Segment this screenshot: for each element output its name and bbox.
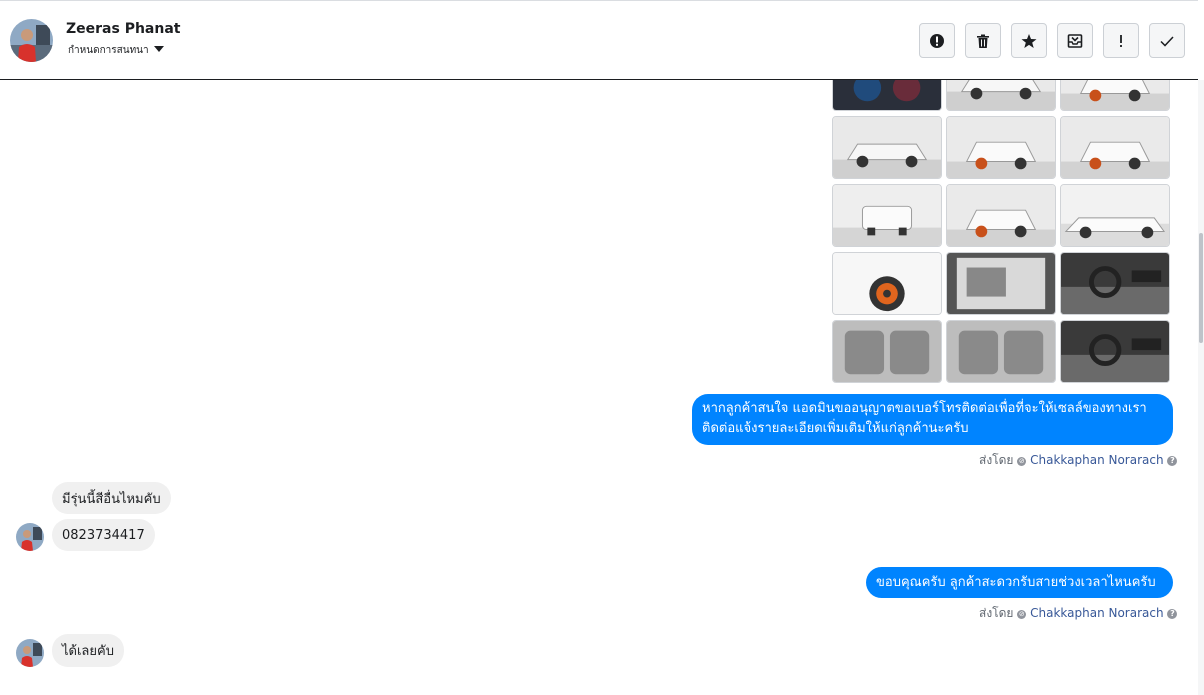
star-button[interactable] [1011,23,1047,58]
sent-by-prefix: ส่งโดย [979,453,1014,467]
archive-button[interactable] [1057,23,1093,58]
sent-by-label: ส่งโดย ⊘ Chakkaphan Norarach ? [979,451,1178,470]
car-photo-grid [832,48,1170,383]
sender-name[interactable]: Chakkaphan Norarach [1030,606,1163,620]
alert-circle-icon [930,33,944,48]
conversation-header: Zeeras Phanat กำหนดการสนทนา [0,0,1198,80]
incoming-message[interactable]: มีรุ่นนี้สีอื่นไหมคับ [52,482,171,514]
star-icon [1021,33,1037,48]
message-text: ได้เลยคับ [62,644,114,659]
scrollbar-thumb[interactable] [1199,233,1203,343]
car-photo[interactable] [832,252,942,315]
follow-up-button[interactable] [1103,23,1139,58]
message-line: หากลูกค้าสนใจ แอดมินขออนุญาตขอเบอร์โทรติ… [702,401,1147,416]
message-text: 0823734417 [62,527,145,543]
car-photo[interactable] [1060,184,1170,247]
car-photo[interactable] [946,320,1056,383]
car-photo[interactable] [1060,320,1170,383]
incoming-message[interactable]: 0823734417 [52,519,155,551]
done-button[interactable] [1149,23,1185,58]
header-actions [919,23,1185,58]
car-photo[interactable] [946,252,1056,315]
sent-by-prefix: ส่งโดย [979,606,1014,620]
car-photo[interactable] [1060,116,1170,179]
incoming-message[interactable]: ได้เลยคับ [52,634,124,667]
sender-name[interactable]: Chakkaphan Norarach [1030,453,1163,467]
help-icon[interactable]: ? [1167,609,1178,619]
contact-avatar[interactable] [10,19,53,62]
car-photo[interactable] [1060,252,1170,315]
message-text: มีรุ่นนี้สีอื่นไหมคับ [62,491,161,507]
car-photo[interactable] [946,184,1056,247]
assign-conversation-dropdown[interactable]: กำหนดการสนทนา [68,43,164,58]
outgoing-message[interactable]: ขอบคุณครับ ลูกค้าสะดวกรับสายช่วงเวลาไหนค… [866,567,1173,598]
message-line: ติดต่อแจ้งรายละเอียดเพิ่มเติมให้แก่ลูกค้… [702,421,969,436]
trash-icon [977,34,989,48]
car-photo[interactable] [946,116,1056,179]
exclamation-icon [1120,34,1122,47]
delete-button[interactable] [965,23,1001,58]
contact-name[interactable]: Zeeras Phanat [66,21,180,37]
thread-scrollbar[interactable] [1198,80,1204,695]
globe-icon: ⊘ [1017,610,1027,619]
caret-down-icon [153,46,164,52]
archive-icon [1067,33,1083,48]
mark-spam-button[interactable] [919,23,955,58]
check-icon [1160,35,1174,47]
outgoing-message[interactable]: หากลูกค้าสนใจ แอดมินขออนุญาตขอเบอร์โทรติ… [692,394,1173,445]
contact-avatar-small[interactable] [16,523,44,551]
message-text: ขอบคุณครับ ลูกค้าสะดวกรับสายช่วงเวลาไหนค… [876,574,1156,590]
sent-by-label: ส่งโดย ⊘ Chakkaphan Norarach ? [979,604,1178,623]
car-photo[interactable] [832,320,942,383]
help-icon[interactable]: ? [1167,456,1178,466]
car-photo[interactable] [832,184,942,247]
globe-icon: ⊘ [1017,457,1027,466]
assign-label: กำหนดการสนทนา [68,45,149,56]
contact-avatar-small[interactable] [16,639,44,667]
car-photo[interactable] [832,116,942,179]
